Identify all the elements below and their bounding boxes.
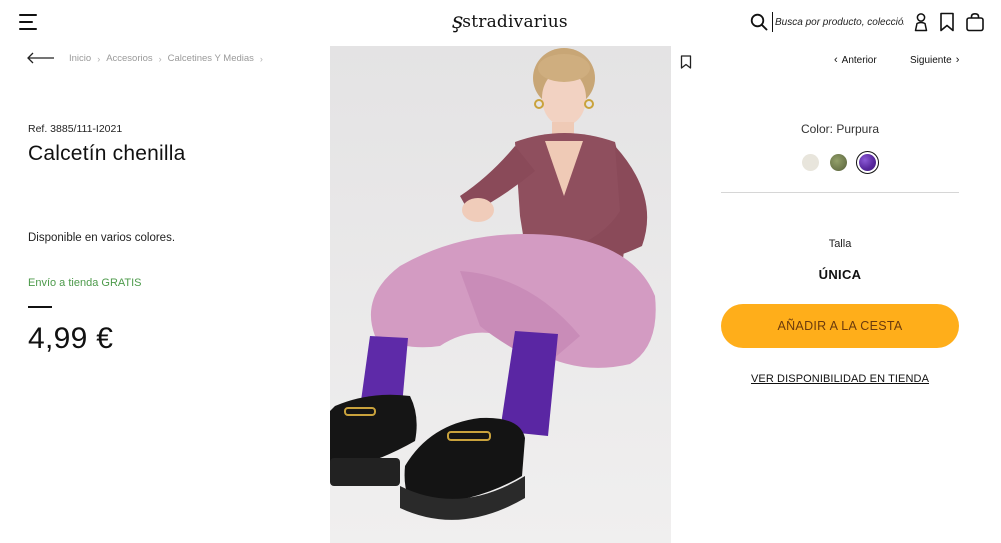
breadcrumb-separator: › [97,53,101,64]
breadcrumb-separator: › [259,53,263,64]
store-availability-link[interactable]: VER DISPONIBILIDAD EN TIENDA [721,373,959,385]
availability-note: Disponible en varios colores. [28,232,176,244]
chevron-left-icon: ‹ [834,54,838,66]
breadcrumb-item-calcetines[interactable]: Calcetines Y Medias [168,53,254,64]
back-arrow-icon[interactable] [27,52,55,64]
previous-label: Anterior [841,55,877,66]
product-title: Calcetín chenilla [28,142,186,165]
color-label: Color: Purpura [800,122,880,136]
breadcrumb-item-accesorios[interactable]: Accesorios [106,53,152,64]
product-reference: Ref. 3885/111-I2021 [28,123,123,135]
free-shipping-note: Envío a tienda GRATIS [28,277,142,289]
search-icon[interactable] [750,13,768,31]
add-to-cart-button[interactable]: AÑADIR A LA CESTA [721,304,959,348]
product-price: 4,99 € [28,322,114,355]
product-photo-illustration [330,46,671,543]
search-input[interactable] [772,12,904,32]
size-option-unica[interactable]: ÚNICA [721,267,959,282]
previous-product-link[interactable]: ‹ Anterior [830,54,877,67]
breadcrumb-item-inicio[interactable]: Inicio [69,53,91,64]
color-swatch-khaki[interactable] [830,154,847,171]
wishlist-icon[interactable] [939,12,955,32]
color-swatch-beige[interactable] [802,154,819,171]
brand-logo[interactable]: ş stradivarius [452,8,568,36]
bookmark-icon[interactable] [680,55,692,69]
divider [721,192,959,193]
breadcrumb: Inicio › Accesorios › Calcetines Y Media… [69,53,269,64]
shopping-bag-icon[interactable] [965,12,985,32]
breadcrumb-separator: › [158,53,162,64]
next-label: Siguiente [910,55,952,66]
size-label: Talla [828,238,852,250]
color-swatch-purpura[interactable] [856,151,879,174]
product-image[interactable] [330,46,671,543]
price-divider [28,306,52,308]
site-header: ş stradivarius [0,0,1001,44]
chevron-right-icon: › [955,54,960,66]
brand-logo-text: stradivarius [462,12,568,32]
next-product-link[interactable]: Siguiente › [910,54,963,67]
user-icon[interactable] [913,12,929,32]
menu-icon[interactable] [19,13,39,31]
